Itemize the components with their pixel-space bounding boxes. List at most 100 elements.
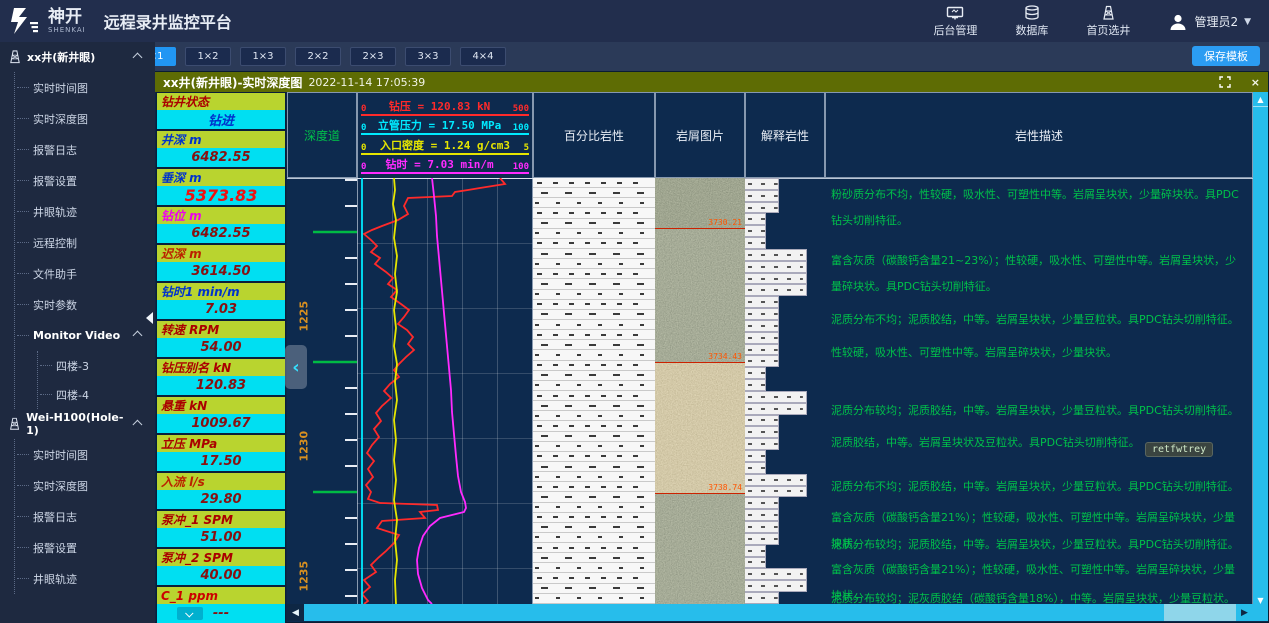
database-icon xyxy=(1024,5,1040,21)
param-box-入流: 入流 l/s29.80 xyxy=(156,472,286,510)
scroll-up-button[interactable]: ▲ xyxy=(1253,92,1268,106)
layout-tab-4×4[interactable]: 4×4 xyxy=(460,47,506,66)
param-value: 17.50 xyxy=(157,452,285,471)
user-name: 管理员2 xyxy=(1194,13,1238,30)
vertical-scrollbar[interactable]: ▲ ▼ xyxy=(1253,92,1268,621)
layout-tab-1×3[interactable]: 1×3 xyxy=(240,47,286,66)
monitor-icon xyxy=(946,6,964,21)
lithology-description-text: 泥质分布较均；泥灰质胶结（碳酸钙含量18%），中等。岩屑呈块状，少量豆粒状。具P… xyxy=(831,586,1243,604)
lithology-symbol-row xyxy=(533,249,655,259)
photo-depth-label: 3730.21 xyxy=(708,218,742,227)
sidebar-item-实时时间图[interactable]: 实时时间图 xyxy=(15,439,155,470)
nav-database[interactable]: 数据库 xyxy=(1015,5,1048,38)
layout-tab-2×2[interactable]: 2×2 xyxy=(295,47,341,66)
scroll-left-button[interactable]: ◀ xyxy=(287,604,304,621)
lithology-symbol-row xyxy=(533,432,655,442)
well-node-1[interactable]: Wei-H100(Hole-1) xyxy=(0,409,155,439)
param-dropdown-button[interactable] xyxy=(177,607,203,620)
interpret-bar xyxy=(745,580,807,592)
lithology-symbol-row xyxy=(533,279,655,289)
sidebar-item-报警设置[interactable]: 报警设置 xyxy=(15,532,155,563)
layout-tabs: 1×11×21×32×22×33×34×4 xyxy=(130,47,506,66)
legend-入口密度[interactable]: 0入口密度 = 1.24 g/cm35 xyxy=(361,136,529,155)
interpret-bar xyxy=(745,367,766,379)
interpret-row xyxy=(745,568,825,580)
param-value: 29.80 xyxy=(157,490,285,509)
user-menu[interactable]: 管理员2 ▼ xyxy=(1168,12,1251,38)
interpret-bar xyxy=(745,320,779,332)
vertical-scrollbar-thumb[interactable] xyxy=(1253,106,1268,586)
param-value: 1009.67 xyxy=(157,414,285,433)
lithology-symbol-row xyxy=(533,198,655,208)
interpret-row xyxy=(745,509,825,521)
interpret-row xyxy=(745,320,825,332)
interpret-bar xyxy=(745,296,779,308)
param-label: 入流 l/s xyxy=(157,473,285,490)
sidebar-item-报警日志[interactable]: 报警日志 xyxy=(15,501,155,532)
legend-立管压力[interactable]: 0立管压力 = 17.50 MPa100 xyxy=(361,116,529,135)
sidebar-item-远程控制[interactable]: 远程控制 xyxy=(15,227,155,258)
lithology-description-text: 粉砂质分布不均，性较硬，吸水性、可塑性中等。岩屑呈块状，少量碎块状。具PDC钻头… xyxy=(831,182,1243,234)
curves-plot xyxy=(287,178,533,604)
sidebar-item-实时参数[interactable]: 实时参数 xyxy=(15,289,155,320)
lithology-symbol-row xyxy=(533,381,655,391)
nav-backend-admin[interactable]: 后台管理 xyxy=(933,6,977,38)
sidebar-item-实时深度图[interactable]: 实时深度图 xyxy=(15,470,155,501)
sidebar-item-四楼-3[interactable]: 四楼-3 xyxy=(38,351,155,380)
param-label: 迟深 m xyxy=(157,245,285,262)
sidebar-item-井眼轨迹[interactable]: 井眼轨迹 xyxy=(15,196,155,227)
well-node-0[interactable]: xx井(新井眼) xyxy=(0,42,155,72)
interpret-row xyxy=(745,545,825,557)
interpret-bar xyxy=(745,261,807,273)
save-template-button[interactable]: 保存模板 xyxy=(1192,46,1260,66)
cuttings-photo-column: 3730.21 3734.43 3738.74 xyxy=(655,178,745,604)
photo-depth-label: 3734.43 xyxy=(708,352,742,361)
sidebar-item-四楼-4[interactable]: 四楼-4 xyxy=(38,380,155,409)
param-value: 120.83 xyxy=(157,376,285,395)
panel-timestamp: 2022-11-14 17:05:39 xyxy=(308,76,425,89)
interpret-bar xyxy=(745,332,779,344)
sidebar-item-报警设置[interactable]: 报警设置 xyxy=(15,165,155,196)
horizontal-scrollbar-thumb[interactable] xyxy=(304,604,1164,621)
horizontal-scrollbar[interactable]: ◀ ▶ xyxy=(287,604,1253,621)
interpret-row xyxy=(745,580,825,592)
panel-title-bar: xx井(新井眼)-实时深度图 2022-11-14 17:05:39 × xyxy=(155,72,1268,92)
param-value: 54.00 xyxy=(157,338,285,357)
lithology-symbol-row xyxy=(533,320,655,330)
sidebar-item-文件助手[interactable]: 文件助手 xyxy=(15,258,155,289)
lithology-symbol-row xyxy=(533,523,655,533)
interpret-row xyxy=(745,426,825,438)
chevron-down-icon xyxy=(185,609,193,617)
sidebar-item-实时时间图[interactable]: 实时时间图 xyxy=(15,72,155,103)
scroll-right-button[interactable]: ▶ xyxy=(1236,604,1253,621)
sidebar-item-报警日志[interactable]: 报警日志 xyxy=(15,134,155,165)
nav-home-well-select[interactable]: 首页选井 xyxy=(1086,5,1130,38)
param-label: 井深 m xyxy=(157,131,285,148)
layout-tab-3×3[interactable]: 3×3 xyxy=(405,47,451,66)
param-box-泵冲_2: 泵冲_2 SPM40.00 xyxy=(156,548,286,586)
param-value: 7.03 xyxy=(157,300,285,319)
interpret-row xyxy=(745,190,825,202)
lithology-description-text: 性较硬，吸水性、可塑性中等。岩屑呈碎块状，少量块状。 xyxy=(831,340,1243,366)
depth-tick-label: 1225 xyxy=(298,302,311,332)
sidebar-item-井眼轨迹[interactable]: 井眼轨迹 xyxy=(15,563,155,594)
top-header: 神开 SHENKAI 远程录井监控平台 后台管理 数据库 xyxy=(0,0,1269,42)
sidebar-item-实时深度图[interactable]: 实时深度图 xyxy=(15,103,155,134)
expand-icon[interactable] xyxy=(1219,76,1231,88)
param-box-C_1: C_1 ppm--- xyxy=(156,586,286,623)
close-icon[interactable]: × xyxy=(1251,77,1260,88)
depth-tick-label: 1235 xyxy=(298,562,311,592)
collapse-chevron-icon xyxy=(133,52,143,62)
legend-钻时[interactable]: 0钻时 = 7.03 min/m100 xyxy=(361,155,529,174)
lithology-symbol-row xyxy=(533,371,655,381)
legend-钻压[interactable]: 0钻压 = 120.83 kN500 xyxy=(361,97,529,116)
scroll-down-button[interactable]: ▼ xyxy=(1253,593,1268,607)
sidebar-item-monitor-video[interactable]: Monitor Video xyxy=(15,320,155,351)
photo-depth-label: 3738.74 xyxy=(708,483,742,492)
parameter-panel-collapse-handle[interactable]: ‹ xyxy=(285,345,307,389)
layout-tab-1×2[interactable]: 1×2 xyxy=(185,47,231,66)
sidebar-collapse-handle[interactable] xyxy=(146,312,153,324)
lithology-symbol-row xyxy=(533,573,655,583)
layout-tab-2×3[interactable]: 2×3 xyxy=(350,47,396,66)
interpret-row xyxy=(745,521,825,533)
